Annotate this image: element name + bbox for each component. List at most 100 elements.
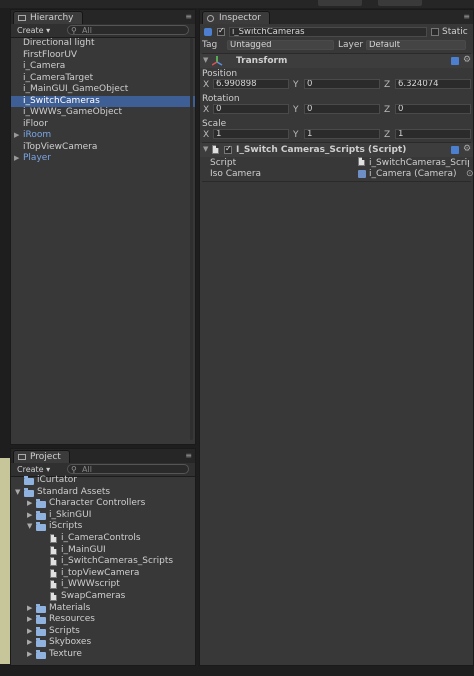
script-value[interactable]: i_SwitchCameras_Scrip (369, 158, 469, 168)
project-item[interactable]: ▶ Texture (11, 649, 195, 661)
gear-icon[interactable]: ⚙ (463, 144, 471, 154)
rotation-label: Rotation (202, 94, 240, 104)
expand-arrow-icon[interactable]: ▶ (14, 130, 19, 142)
project-item[interactable]: iCurtator (11, 475, 195, 487)
hierarchy-item[interactable]: iFloor (11, 119, 195, 131)
fold-arrow-icon[interactable]: ▼ (203, 56, 208, 64)
expand-arrow-icon[interactable]: ▶ (14, 153, 19, 165)
hierarchy-scrollbar[interactable] (190, 38, 193, 440)
project-item[interactable]: ▼ iScripts (11, 521, 195, 533)
hierarchy-item[interactable]: i_Camera (11, 61, 195, 73)
project-item-label: Character Controllers (49, 498, 146, 509)
separator (202, 181, 471, 182)
expand-arrow-icon[interactable]: ▶ (27, 637, 32, 649)
rotation-x-field[interactable]: 0 (213, 104, 289, 114)
expand-arrow-icon[interactable]: ▶ (27, 498, 32, 510)
position-x-field[interactable]: 6.990898 (213, 79, 289, 89)
gear-icon[interactable]: ⚙ (463, 55, 471, 65)
active-checkbox[interactable] (217, 26, 225, 36)
iso-camera-value[interactable]: i_Camera (Camera) (369, 169, 457, 179)
hierarchy-item-label: iFloor (23, 118, 48, 129)
scale-z-field[interactable]: 1 (395, 129, 471, 139)
folder-icon (36, 603, 46, 613)
collapse-arrow-icon[interactable]: ▼ (15, 487, 20, 499)
script-component-header[interactable]: ▼ I_Switch Cameras_Scripts (Script) ⚙ (200, 143, 473, 157)
help-icon[interactable] (451, 146, 459, 154)
position-label: Position (202, 69, 238, 79)
fold-arrow-icon[interactable]: ▼ (203, 145, 208, 153)
project-item-label: Skyboxes (49, 637, 92, 648)
layout-dropdown[interactable] (378, 0, 422, 6)
script-file-icon (50, 568, 57, 578)
project-item-label: i_CameraControls (61, 532, 141, 543)
script-enabled-checkbox[interactable] (224, 144, 232, 154)
hierarchy-item-label: iTopViewCamera (23, 141, 98, 152)
axis-z-label: Z (384, 80, 391, 90)
hierarchy-item[interactable]: i_CameraTarget (11, 73, 195, 85)
hierarchy-item[interactable]: i_MainGUI_GameObject (11, 84, 195, 96)
project-item[interactable]: SwapCameras (11, 591, 195, 603)
layers-dropdown[interactable] (318, 0, 362, 6)
project-item[interactable]: ▶ Scripts (11, 626, 195, 638)
hierarchy-tab[interactable]: Hierarchy (13, 11, 83, 24)
top-strip (0, 0, 474, 8)
scale-y-field[interactable]: 1 (304, 129, 380, 139)
hierarchy-item[interactable]: i_WWWs_GameObject (11, 107, 195, 119)
transform-header[interactable]: ▼ Transform ⚙ (200, 54, 473, 68)
hierarchy-search-input[interactable]: ⚲ All (67, 25, 189, 35)
hierarchy-create-button[interactable]: Create ▾ (17, 25, 50, 36)
object-picker-icon[interactable]: ⊙ (466, 169, 474, 179)
position-y-field[interactable]: 0 (304, 79, 380, 89)
search-icon: ⚲ (71, 26, 77, 35)
hierarchy-list: Directional light FirstFloorUV i_Camera i_C… (11, 38, 195, 165)
tag-dropdown[interactable]: Untagged (227, 40, 334, 50)
project-tab[interactable]: Project (13, 450, 70, 463)
layer-dropdown[interactable]: Default (366, 40, 466, 50)
hierarchy-item[interactable]: i_SwitchCameras (11, 95, 195, 107)
project-item[interactable]: i_WWWscript (11, 579, 195, 591)
project-item[interactable]: i_CameraControls (11, 533, 195, 545)
expand-arrow-icon[interactable]: ▶ (27, 626, 32, 638)
project-item[interactable]: ▶ Resources (11, 614, 195, 626)
project-item[interactable]: ▶ Skyboxes (11, 637, 195, 649)
help-icon[interactable] (451, 57, 459, 65)
inspector-tab[interactable]: Inspector (202, 11, 270, 24)
expand-arrow-icon[interactable]: ▶ (27, 510, 32, 522)
folder-icon (36, 649, 46, 659)
position-z-field[interactable]: 6.324074 (395, 79, 471, 89)
rotation-y-field[interactable]: 0 (304, 104, 380, 114)
project-item[interactable]: ▶ Character Controllers (11, 498, 195, 510)
project-item[interactable]: i_SwitchCameras_Scripts (11, 556, 195, 568)
project-item[interactable]: i_topViewCamera (11, 568, 195, 580)
hierarchy-item-label: Directional light (23, 38, 95, 48)
hierarchy-item[interactable]: FirstFloorUV (11, 50, 195, 62)
project-item[interactable]: ▶ i_SkinGUI (11, 510, 195, 522)
hierarchy-item[interactable]: ▶ Player (11, 153, 195, 165)
tab-menu-icon[interactable]: ≡ (185, 451, 192, 460)
hierarchy-tab-label: Hierarchy (30, 13, 74, 23)
project-item-label: i_MainGUI (61, 544, 106, 555)
folder-icon (36, 638, 46, 648)
expand-arrow-icon[interactable]: ▶ (27, 649, 32, 661)
project-create-button[interactable]: Create ▾ (17, 464, 50, 475)
folder-icon (36, 615, 46, 625)
collapse-arrow-icon[interactable]: ▼ (27, 521, 32, 533)
project-list: iCurtator ▼ Standard Assets ▶ Character Cont… (11, 475, 195, 661)
project-search-input[interactable]: ⚲ All (67, 464, 189, 474)
project-item[interactable]: ▼ Standard Assets (11, 487, 195, 499)
project-item[interactable]: ▶ Materials (11, 603, 195, 615)
expand-arrow-icon[interactable]: ▶ (27, 614, 32, 626)
hierarchy-item[interactable]: ▶ iRoom (11, 130, 195, 142)
tab-menu-icon[interactable]: ≡ (463, 12, 470, 21)
static-checkbox[interactable] (431, 28, 439, 36)
object-name-field[interactable]: i_SwitchCameras (229, 27, 427, 37)
transform-title: Transform (236, 56, 288, 66)
scale-x-field[interactable]: 1 (213, 129, 289, 139)
tab-menu-icon[interactable]: ≡ (185, 12, 192, 21)
project-item[interactable]: i_MainGUI (11, 545, 195, 557)
hierarchy-item[interactable]: Directional light (11, 38, 195, 50)
rotation-z-field[interactable]: 0 (395, 104, 471, 114)
expand-arrow-icon[interactable]: ▶ (27, 603, 32, 615)
hierarchy-item[interactable]: iTopViewCamera (11, 142, 195, 154)
axis-z-label: Z (384, 130, 391, 140)
